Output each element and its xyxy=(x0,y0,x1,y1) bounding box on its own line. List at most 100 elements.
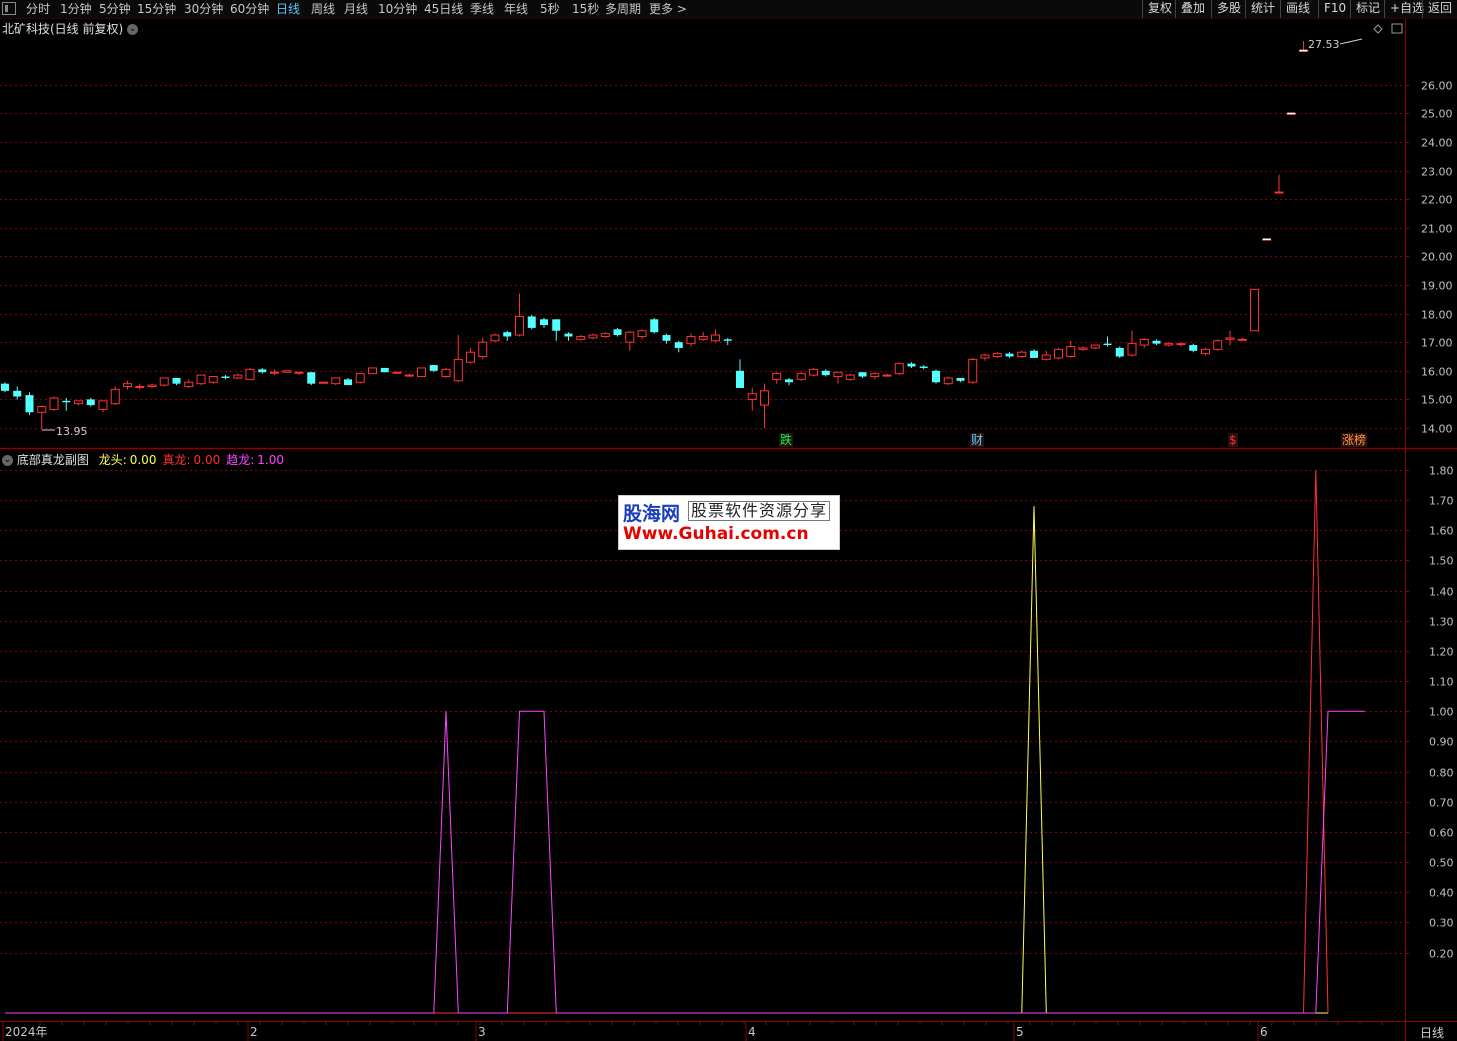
candle-body xyxy=(1054,348,1063,359)
candle-body xyxy=(1,383,9,391)
candle-body xyxy=(258,369,267,373)
candle-body xyxy=(821,370,830,376)
y-tick-label: 1.80 xyxy=(1429,465,1454,478)
candle-body xyxy=(441,368,451,378)
y-tick-label: 0.40 xyxy=(1429,887,1454,900)
x-tick-label: 4 xyxy=(748,1025,756,1039)
y-tick-label: 1.60 xyxy=(1429,525,1454,538)
candle-body xyxy=(1237,338,1247,341)
candle-body xyxy=(736,370,744,388)
candle-body xyxy=(25,395,34,413)
candle-body xyxy=(919,366,928,368)
candle-body xyxy=(662,335,671,341)
legend-separator: : xyxy=(122,453,127,467)
candle-body xyxy=(37,406,47,413)
y-tick-label: 1.00 xyxy=(1429,706,1454,719)
candle-body xyxy=(196,374,206,385)
y-tick-label: 1.10 xyxy=(1429,676,1454,689)
candle-body xyxy=(674,342,683,348)
legend-value: 1.00 xyxy=(257,453,285,467)
candle-body xyxy=(172,377,181,384)
legend-value: 0.00 xyxy=(129,453,157,467)
candle-body xyxy=(588,334,598,339)
x-tick-label: 2 xyxy=(250,1025,258,1039)
candle-body xyxy=(686,335,696,345)
candle-body xyxy=(1139,338,1149,346)
candle-body xyxy=(1201,348,1210,355)
candle-body xyxy=(992,353,1002,358)
y-tick-label: 20.00 xyxy=(1421,251,1453,264)
candle-body xyxy=(1115,347,1124,357)
candle-body xyxy=(1066,345,1076,357)
y-tick-label: 14.00 xyxy=(1421,423,1453,436)
candle-body xyxy=(785,379,793,383)
candle-body xyxy=(1005,353,1014,357)
candle-body xyxy=(747,393,757,400)
candle-body xyxy=(723,339,732,341)
indicator-title: 底部真龙副图 xyxy=(16,453,89,467)
y-tick-label: 23.00 xyxy=(1421,166,1453,179)
y-tick-label: 1.40 xyxy=(1429,586,1454,599)
candle-body xyxy=(147,384,157,388)
sub-chart-title[interactable]: ⌄ 底部真龙副图 龙头: 0.00 真龙: 0.00 趋龙: 1.00 xyxy=(2,451,284,468)
candle-body xyxy=(404,374,414,377)
y-tick-label: 0.20 xyxy=(1429,948,1454,961)
candle-body xyxy=(576,335,586,340)
event-marker[interactable]: 涨榜 xyxy=(1341,433,1368,447)
candle-body xyxy=(1274,191,1284,194)
high-price-label: 27.53 xyxy=(1308,38,1340,51)
y-tick-label: 0.80 xyxy=(1429,767,1454,780)
candle-body xyxy=(135,386,145,389)
candle-body xyxy=(503,332,512,337)
candle-body xyxy=(1103,343,1112,346)
period-indicator[interactable]: 日线 xyxy=(1420,1024,1444,1041)
candle-body xyxy=(294,371,304,374)
event-marker[interactable]: $ xyxy=(1228,433,1238,447)
chevron-down-icon[interactable]: ⌄ xyxy=(2,455,13,466)
candle-body xyxy=(845,374,855,380)
y-tick-label: 26.00 xyxy=(1421,80,1453,93)
candle-body xyxy=(1250,288,1259,332)
candle-body xyxy=(833,371,843,378)
low-price-label: 13.95 xyxy=(56,425,88,438)
x-tick-label: 6 xyxy=(1260,1025,1268,1039)
candle-body xyxy=(417,367,426,378)
y-tick-label: 18.00 xyxy=(1421,309,1453,322)
y-tick-label: 1.70 xyxy=(1429,495,1454,508)
candle-body xyxy=(980,354,990,359)
candle-body xyxy=(760,390,769,406)
legend-name: 趋龙 xyxy=(226,453,251,467)
candle-body xyxy=(1225,337,1235,340)
candle-body xyxy=(1078,347,1088,350)
candle-body xyxy=(552,319,561,331)
candle-body xyxy=(1176,343,1186,346)
legend-separator: : xyxy=(186,453,191,467)
candle-body xyxy=(74,400,83,405)
y-tick-label: 24.00 xyxy=(1421,137,1453,150)
main-chart-title[interactable]: 北矿科技(日线 前复权) ⌄ xyxy=(2,20,139,37)
candle-body xyxy=(956,377,965,381)
y-tick-label: 22.00 xyxy=(1421,194,1453,207)
legend-name: 真龙 xyxy=(162,453,187,467)
candle-body xyxy=(86,399,95,406)
candle-body xyxy=(907,363,916,367)
candle-body xyxy=(968,358,978,383)
candle-body xyxy=(245,368,255,380)
watermark-tagline: 股票软件资源分享 xyxy=(688,501,831,521)
candle-body xyxy=(110,388,120,405)
candle-body xyxy=(1213,340,1223,350)
candle-body xyxy=(796,373,806,380)
event-marker[interactable]: 财 xyxy=(970,433,985,447)
candle-body xyxy=(600,333,610,337)
y-tick-label: 1.50 xyxy=(1429,555,1454,568)
candle-body xyxy=(123,383,132,388)
y-tick-label: 0.90 xyxy=(1429,736,1454,749)
candle-body xyxy=(1041,354,1051,360)
candle-body xyxy=(564,333,573,337)
y-tick-label: 1.20 xyxy=(1429,646,1454,659)
y-tick-label: 21.00 xyxy=(1421,223,1453,236)
event-marker[interactable]: 跌 xyxy=(779,433,794,447)
candle-body xyxy=(331,377,341,385)
candle-body xyxy=(380,367,389,373)
chevron-down-icon[interactable]: ⌄ xyxy=(127,24,139,35)
